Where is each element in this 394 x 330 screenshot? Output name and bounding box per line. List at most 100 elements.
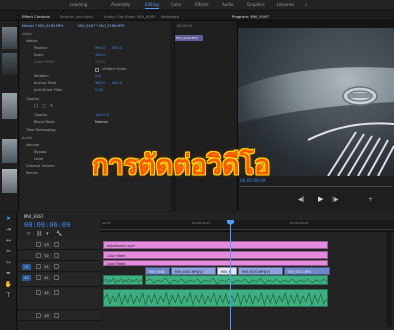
clip-thumbnail[interactable] xyxy=(2,27,17,49)
ripple-edit-tool-icon[interactable]: ↔ xyxy=(4,237,13,244)
blend-mode-select[interactable]: Normal xyxy=(95,120,108,124)
anchor-y-value[interactable]: 540.0 xyxy=(112,81,122,85)
track-name[interactable]: V2 xyxy=(42,253,51,259)
fx-opacity-label[interactable]: Opacity xyxy=(26,97,39,101)
add-button-icon[interactable]: + xyxy=(368,196,373,203)
tab-effect-controls[interactable]: Effect Controls xyxy=(22,14,50,19)
audio-clip[interactable] xyxy=(103,275,143,285)
pen-tool-icon[interactable]: ✒ xyxy=(4,270,13,277)
tab-program-monitor[interactable]: Program: MVI_9167 xyxy=(232,14,269,19)
track-header-v1[interactable]: V1 V1 xyxy=(18,262,100,272)
music-audio-clip[interactable] xyxy=(103,289,328,307)
linked-selection-icon[interactable]: ⛓ xyxy=(36,231,42,237)
step-forward-icon[interactable]: |▶ xyxy=(332,196,339,203)
color-matte-clip[interactable]: Color Matte xyxy=(103,260,328,266)
track-header-a3[interactable]: A3 xyxy=(18,311,100,321)
mute-icon[interactable] xyxy=(54,290,59,295)
uniform-scale-checkbox[interactable] xyxy=(95,67,99,72)
time-remapping-label[interactable]: Time Remapping xyxy=(26,128,56,132)
type-tool-icon[interactable]: T xyxy=(4,292,13,299)
rotation-value[interactable]: 0.0 xyxy=(95,74,101,78)
lock-icon[interactable] xyxy=(36,290,41,295)
master-clip-label[interactable]: Master * MVI_9169.MP4 xyxy=(22,24,64,28)
mute-icon[interactable] xyxy=(54,275,59,280)
step-back-icon[interactable]: ◀| xyxy=(298,196,305,203)
clip-thumbnail[interactable] xyxy=(2,169,17,193)
track-header-v3[interactable]: V3 xyxy=(18,240,100,250)
mask-rect-icon[interactable]: □ xyxy=(42,103,46,108)
workspace-libraries[interactable]: Libraries xyxy=(277,2,294,7)
mask-ellipse-icon[interactable]: ○ xyxy=(34,103,38,109)
mask-pen-icon[interactable]: ✎ xyxy=(50,103,53,108)
ec-clip-bar[interactable]: MVI_9169.MP4 xyxy=(175,35,203,41)
lock-icon[interactable] xyxy=(36,242,41,247)
timeline-ruler[interactable]: 00:00 00:00:04:23 00:00:09:23 xyxy=(100,220,394,232)
track-name[interactable]: A2 xyxy=(42,290,51,296)
video-clip[interactable]: MVI_9171.MP4 xyxy=(284,267,330,275)
selection-tool-icon[interactable]: ➤ xyxy=(4,215,13,222)
tab-source[interactable]: Source: (no clips) xyxy=(60,14,93,19)
anti-flicker-value[interactable]: 0.00 xyxy=(95,88,103,92)
eye-icon[interactable] xyxy=(54,242,59,247)
track-name[interactable]: A1 xyxy=(42,275,51,281)
timeline-vertical-scrollbar[interactable] xyxy=(386,232,392,327)
workspace-effects[interactable]: Effects xyxy=(195,2,209,7)
lock-icon[interactable] xyxy=(36,253,41,258)
snap-icon[interactable]: ⊃ xyxy=(26,231,30,237)
tab-metadata[interactable]: Metadata xyxy=(161,14,179,19)
razor-tool-icon[interactable]: ✂ xyxy=(4,248,13,255)
source-patch[interactable]: A1 xyxy=(22,275,31,281)
eye-icon[interactable] xyxy=(54,253,59,258)
wrench-icon[interactable]: 🔧 xyxy=(56,231,62,237)
lock-icon[interactable] xyxy=(36,313,41,318)
panner-label[interactable]: Panner xyxy=(26,171,38,175)
mute-icon[interactable] xyxy=(54,313,59,318)
track-header-v2[interactable]: V2 xyxy=(18,251,100,261)
video-clip[interactable]: MVI_9 xyxy=(217,267,237,275)
position-x-value[interactable]: 960.0 xyxy=(95,46,105,50)
track-select-tool-icon[interactable]: ⇥ xyxy=(4,226,13,233)
track-name[interactable]: V1 xyxy=(42,264,51,270)
track-header-a1[interactable]: A1 A1 xyxy=(18,273,100,287)
program-scrubber[interactable] xyxy=(240,186,392,187)
clip-thumbnail[interactable] xyxy=(2,93,17,119)
opacity-value[interactable]: 100.0 % xyxy=(95,113,109,117)
fx-motion-label[interactable]: Motion xyxy=(26,39,38,43)
video-clip[interactable]: MVI_9168 xyxy=(145,267,170,275)
color-matte-clip[interactable]: Color Matte xyxy=(103,251,328,259)
play-icon[interactable]: ▶ xyxy=(318,195,323,203)
clip-thumbnail[interactable] xyxy=(2,53,17,75)
video-clip[interactable]: MVI_9167.MP4[V] xyxy=(171,267,216,275)
source-patch[interactable]: V1 xyxy=(22,264,31,270)
track-name[interactable]: A3 xyxy=(42,313,51,319)
track-header-a2[interactable]: A2 xyxy=(18,288,100,310)
add-marker-icon[interactable]: ▾ xyxy=(46,231,49,237)
eye-icon[interactable] xyxy=(54,264,59,269)
timeline-timecode[interactable]: 00:00:06:09 xyxy=(24,221,70,229)
playhead-line[interactable] xyxy=(230,220,231,330)
workspace-color[interactable]: Color xyxy=(171,2,181,7)
workspace-assembly[interactable]: Assembly xyxy=(111,2,130,7)
workspace-editing[interactable]: Editing xyxy=(145,2,159,9)
timeline-sequence-tab[interactable]: MVI_9167 xyxy=(24,214,44,219)
lock-icon[interactable] xyxy=(36,264,41,269)
video-clip[interactable]: MVI_9170.MP4[V] xyxy=(238,267,283,275)
hand-tool-icon[interactable]: ✋ xyxy=(4,281,13,288)
workspace-graphics[interactable]: Graphics xyxy=(247,2,265,7)
audio-clip[interactable] xyxy=(145,275,328,285)
more-workspaces-icon[interactable]: » xyxy=(305,2,307,7)
sequence-clip-label[interactable]: MVI_9167 * MVI_9169.MP4 xyxy=(78,24,125,28)
fx-volume-label[interactable]: Volume xyxy=(26,143,39,147)
tab-audio-clip-mixer[interactable]: Audio Clip Mixer: MVI_9167 xyxy=(104,14,156,19)
channel-volume-label[interactable]: Channel Volume xyxy=(26,164,55,168)
track-name[interactable]: V3 xyxy=(42,242,51,248)
position-y-value[interactable]: 540.0 xyxy=(112,46,122,50)
scale-value[interactable]: 100.0 xyxy=(95,53,105,57)
anchor-x-value[interactable]: 960.0 xyxy=(95,81,105,85)
slip-tool-icon[interactable]: ⇿ xyxy=(4,259,13,266)
workspace-audio[interactable]: Audio xyxy=(222,2,233,7)
adjustment-layer-clip[interactable]: Adjustment Layer xyxy=(103,241,328,249)
lock-icon[interactable] xyxy=(36,275,41,280)
workspace-learning[interactable]: Learning xyxy=(70,2,87,7)
clip-thumbnail[interactable] xyxy=(2,139,17,163)
